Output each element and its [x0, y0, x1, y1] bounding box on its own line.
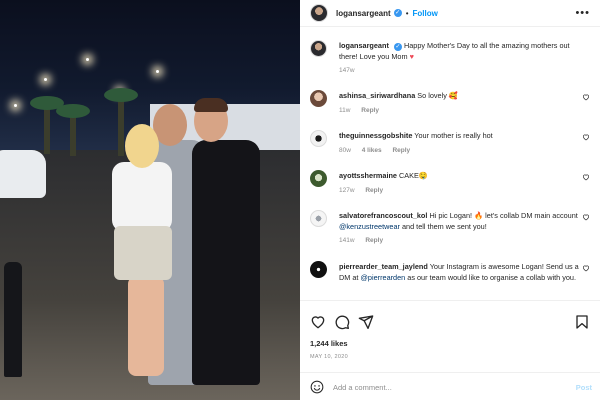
caption-body: logansargeant ✓ Happy Mother's Day to al… [339, 41, 589, 77]
action-icons [310, 314, 590, 330]
photo-palm-tree [30, 96, 64, 154]
comment-body: salvatorefrancoscout_kol Hi pic Logan! 🔥… [339, 211, 589, 247]
post-photo[interactable] [0, 0, 300, 400]
comment-meta: 80w 4 likes Reply [339, 146, 589, 157]
photo-car [0, 150, 46, 198]
comment-text: Your mother is really hot [414, 131, 493, 140]
caption-time[interactable]: 147w [339, 67, 355, 74]
verified-badge-icon: ✓ [393, 43, 402, 51]
reply-button[interactable]: Reply [361, 107, 379, 114]
photo-person-shorts [114, 226, 172, 280]
photo-bollard [4, 262, 22, 377]
heart-emoji: ♥ [409, 51, 414, 61]
comment-username[interactable]: ashinsa_siriwardhana [339, 91, 415, 100]
comment-username[interactable]: salvatorefrancoscout_kol [339, 211, 427, 220]
comment-username[interactable]: pierrearder_team_jaylend [339, 262, 428, 271]
avatar[interactable] [310, 90, 327, 107]
photo-person [112, 162, 172, 232]
comment-username[interactable]: ayottsshermaine [339, 171, 397, 180]
comment-text: Hi pic Logan! 🔥 let's collab DM main acc… [429, 211, 578, 220]
smiley-icon[interactable] [310, 380, 324, 394]
bookmark-icon[interactable] [574, 314, 590, 330]
comment-text: CAKE🤤 [399, 171, 428, 180]
comment-body: pierrearder_team_jaylend Your Instagram … [339, 262, 589, 283]
photo-street-light [86, 58, 89, 61]
comment-time[interactable]: 11w [339, 107, 350, 114]
follow-button[interactable]: Follow [413, 9, 438, 18]
reply-button[interactable]: Reply [392, 147, 410, 154]
post-button[interactable]: Post [576, 383, 592, 392]
comment-likes-count[interactable]: 4 likes [362, 147, 382, 154]
mention-link[interactable]: @kenzustreetwear [339, 222, 400, 231]
comment-bubble-icon[interactable] [334, 314, 350, 330]
likes-count[interactable]: 1,244 likes [310, 339, 348, 348]
comment-time[interactable]: 80w [339, 147, 351, 154]
photo-person-legs [128, 276, 164, 376]
heart-icon[interactable] [310, 314, 326, 330]
comment-like-icon[interactable] [582, 93, 590, 101]
photo-person [192, 140, 260, 385]
comment-meta: 127w Reply [339, 186, 589, 197]
photo-street-light [44, 78, 47, 81]
post-header: logansargeant ✓ • Follow ••• [300, 0, 600, 27]
add-comment-bar: Post [300, 372, 600, 401]
comment-meta: 11w Reply [339, 106, 589, 117]
reply-button[interactable]: Reply [365, 187, 383, 194]
photo-palm-tree [56, 104, 90, 156]
photo-person-head [125, 124, 159, 168]
comment-body: ayottsshermaine CAKE🤤 127w Reply [339, 171, 589, 196]
comment-like-icon[interactable] [582, 173, 590, 181]
avatar[interactable] [310, 130, 327, 147]
comment-time[interactable]: 127w [339, 187, 355, 194]
post-panel: logansargeant ✓ • Follow ••• logansargea… [300, 0, 600, 400]
more-options-icon[interactable]: ••• [575, 7, 590, 19]
comment-body: ashinsa_siriwardhana So lovely 🥰 11w Rep… [339, 91, 589, 116]
caption-username[interactable]: logansargeant [339, 41, 389, 50]
comment-meta: 141w Reply [339, 236, 589, 247]
photo-palm-tree [104, 88, 138, 156]
avatar[interactable] [310, 170, 327, 187]
avatar[interactable] [310, 210, 327, 227]
comment-body: theguinnessgobshite Your mother is reall… [339, 131, 589, 156]
comment-like-icon[interactable] [582, 213, 590, 221]
comment-text: So lovely 🥰 [417, 91, 459, 100]
avatar[interactable] [310, 4, 328, 22]
header-username[interactable]: logansargeant [336, 9, 391, 18]
avatar[interactable] [310, 40, 327, 57]
photo-street-light [156, 70, 159, 73]
header-separator: • [405, 8, 409, 18]
mention-link[interactable]: @pierrearden [361, 273, 406, 282]
comment-time[interactable]: 141w [339, 237, 355, 244]
comment-like-icon[interactable] [582, 264, 590, 272]
photo-street-light [14, 104, 17, 107]
verified-badge-icon: ✓ [393, 9, 402, 17]
comment-text: and tell them we sent you! [399, 221, 487, 231]
comment-username[interactable]: theguinnessgobshite [339, 131, 412, 140]
paper-plane-icon[interactable] [358, 314, 374, 330]
comments-list[interactable]: logansargeant ✓ Happy Mother's Day to al… [300, 28, 600, 300]
caption-meta: 147w [339, 66, 589, 77]
comment-text: as our team would like to organise a col… [405, 272, 576, 282]
photo-person-hair [194, 98, 228, 112]
comment-input[interactable] [333, 380, 553, 395]
post-actions: 1,244 likes MAY 10, 2020 Post [300, 300, 600, 400]
reply-button[interactable]: Reply [365, 237, 383, 244]
comment-like-icon[interactable] [582, 133, 590, 141]
avatar[interactable] [310, 261, 327, 278]
post-date: MAY 10, 2020 [310, 354, 348, 360]
